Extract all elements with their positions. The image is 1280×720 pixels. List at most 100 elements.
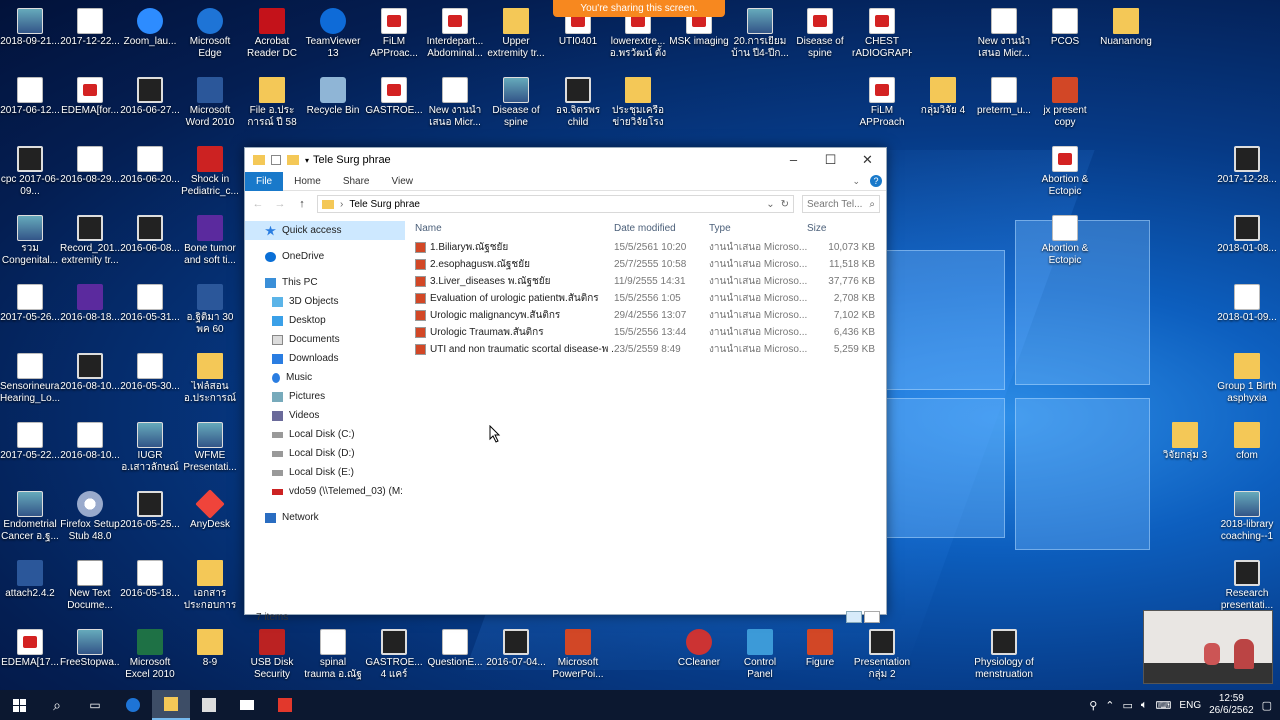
- minimize-button[interactable]: –: [775, 148, 812, 172]
- desktop-icon[interactable]: New Text Docume...: [60, 556, 120, 622]
- desktop-icon[interactable]: ไฟล์สอน อ.ประการณ์ 2559: [180, 349, 240, 415]
- start-button[interactable]: [0, 690, 38, 720]
- desktop-icon[interactable]: 2016-07-04...: [486, 625, 546, 691]
- desktop-icon[interactable]: File อ.ประการณ์ ปี 58: [242, 73, 302, 139]
- taskbar-store[interactable]: [190, 690, 228, 720]
- desktop-icon[interactable]: 2017-06-12...: [0, 73, 60, 139]
- desktop-icon[interactable]: Microsoft PowerPoi...: [548, 625, 608, 691]
- nav-downloads[interactable]: Downloads: [245, 349, 405, 368]
- back-button[interactable]: ←: [251, 198, 265, 210]
- column-type[interactable]: Type: [709, 223, 807, 234]
- column-size[interactable]: Size: [807, 223, 881, 234]
- language-indicator[interactable]: ENG: [1179, 700, 1201, 711]
- desktop-icon[interactable]: Group 1 Birth asphyxia: [1217, 349, 1277, 415]
- desktop-icon[interactable]: Record_201... extremity tr...: [60, 211, 120, 277]
- desktop-icon[interactable]: 2016-05-25...: [120, 487, 180, 553]
- desktop-icon[interactable]: Sensorineural Hearing_Lo...: [0, 349, 60, 415]
- column-name[interactable]: Name: [405, 223, 614, 234]
- chevron-down-icon[interactable]: ⌄: [766, 199, 774, 210]
- desktop-icon[interactable]: Zoom_lau...: [120, 4, 180, 70]
- desktop-icon[interactable]: รวม Congenital...: [0, 211, 60, 277]
- expand-ribbon-icon[interactable]: ⌄: [852, 176, 860, 187]
- file-row[interactable]: Evaluation of urologic patientพ.สันติกร 1…: [405, 290, 886, 307]
- search-input[interactable]: Search Tel... ⌕: [802, 195, 880, 213]
- people-icon[interactable]: ⚲: [1089, 699, 1097, 712]
- desktop-icon[interactable]: 8-9: [180, 625, 240, 691]
- desktop-icon[interactable]: 2016-06-27...: [120, 73, 180, 139]
- file-row[interactable]: Urologic Traumaพ.สันติกร 15/5/2556 13:44 ง…: [405, 324, 886, 341]
- taskbar-acrobat[interactable]: [266, 690, 304, 720]
- desktop-icon[interactable]: New งานนำเสนอ Micr...: [974, 4, 1034, 70]
- nav-disk-e[interactable]: Local Disk (E:): [245, 463, 405, 482]
- nav-music[interactable]: Music: [245, 368, 405, 387]
- desktop-icon[interactable]: Shock in Pediatric_c...: [180, 142, 240, 208]
- nav-quick-access[interactable]: Quick access: [245, 221, 405, 240]
- desktop-icon[interactable]: เอกสารประกอบการสอน อ.ฐ...: [180, 556, 240, 622]
- column-date[interactable]: Date modified: [614, 223, 709, 234]
- desktop-icon[interactable]: Endometrial Cancer อ.ฐ...: [0, 487, 60, 553]
- desktop-icon[interactable]: Nuananong: [1096, 4, 1156, 70]
- desktop-icon[interactable]: WFME Presentati...: [180, 418, 240, 484]
- desktop-icon[interactable]: กลุ่มวิจัย 4: [913, 73, 973, 139]
- notification-icon[interactable]: ▢: [1262, 699, 1272, 712]
- desktop-icon[interactable]: อจ.จิตรพร child maltreatme...: [548, 73, 608, 139]
- desktop-icon[interactable]: Disease of spine นพ.ณ...: [790, 4, 850, 70]
- desktop-icon[interactable]: ประชุมเครือข่ายวิจัยโรง พยาบ...: [608, 73, 668, 139]
- desktop-icon[interactable]: 2016-08-18...: [60, 280, 120, 346]
- title-bar[interactable]: ▾ Tele Surg phrae – ☐ ✕: [245, 148, 886, 172]
- nav-videos[interactable]: Videos: [245, 406, 405, 425]
- chevron-up-icon[interactable]: ⌃: [1105, 699, 1114, 712]
- desktop-icon[interactable]: 2016-08-29...: [60, 142, 120, 208]
- desktop-icon[interactable]: Bone tumor and soft ti...: [180, 211, 240, 277]
- nav-documents[interactable]: Documents: [245, 330, 405, 349]
- desktop-icon[interactable]: AnyDesk: [180, 487, 240, 553]
- nav-disk-d[interactable]: Local Disk (D:): [245, 444, 405, 463]
- desktop-icon[interactable]: Upper extremity tr...: [486, 4, 546, 70]
- desktop-icon[interactable]: Figure: [790, 625, 850, 691]
- chevron-down-icon[interactable]: ▾: [305, 156, 309, 165]
- desktop-icon[interactable]: spinal trauma อ.ณัฐพร นม่า...: [303, 625, 363, 691]
- desktop-icon[interactable]: Interdepart... Abdominal...: [425, 4, 485, 70]
- desktop-icon[interactable]: Control Panel: [730, 625, 790, 691]
- tab-home[interactable]: Home: [283, 172, 332, 191]
- nav-disk-c[interactable]: Local Disk (C:): [245, 425, 405, 444]
- desktop-icon[interactable]: FiLM APProach: [852, 73, 912, 139]
- desktop-icon[interactable]: Acrobat Reader DC: [242, 4, 302, 70]
- desktop-icon[interactable]: Firefox Setup Stub 48.0: [60, 487, 120, 553]
- address-bar[interactable]: › Tele Surg phrae ⌄ ↻: [317, 195, 794, 213]
- desktop-icon[interactable]: TeamViewer 13: [303, 4, 363, 70]
- taskbar-mail[interactable]: [228, 690, 266, 720]
- details-view-button[interactable]: [846, 611, 862, 623]
- desktop-icon[interactable]: CHEST rADIOGRAPH: [852, 4, 912, 70]
- nav-pictures[interactable]: Pictures: [245, 387, 405, 406]
- desktop-icon[interactable]: 20.การเยี่ยมบ้าน ปี4-ปีก...: [730, 4, 790, 70]
- up-button[interactable]: ↑: [295, 198, 309, 210]
- desktop-icon[interactable]: Physiology of menstruation: [974, 625, 1034, 691]
- desktop-icon[interactable]: 2016-05-30...: [120, 349, 180, 415]
- desktop-icon[interactable]: preterm_u...: [974, 73, 1034, 139]
- desktop-icon[interactable]: FiLM APProac...: [364, 4, 424, 70]
- desktop-icon[interactable]: อ.ฐิติมา 30 พค 60: [180, 280, 240, 346]
- network-icon[interactable]: ▭: [1123, 699, 1133, 712]
- search-icon[interactable]: ⌕: [869, 199, 875, 210]
- desktop-icon[interactable]: attach2.4.2: [0, 556, 60, 622]
- desktop-icon[interactable]: USB Disk Security: [242, 625, 302, 691]
- task-view-button[interactable]: ▭: [76, 690, 114, 720]
- file-row[interactable]: 2.esophagusพ.ณัฐชยัย 25/7/2555 10:58 งานนำ…: [405, 256, 886, 273]
- forward-button[interactable]: →: [273, 198, 287, 210]
- desktop-icon[interactable]: New งานนำเสนอ Micr...: [425, 73, 485, 139]
- tab-file[interactable]: File: [245, 171, 284, 191]
- help-icon[interactable]: ?: [870, 175, 882, 187]
- clock[interactable]: 12:59 26/6/2562: [1209, 693, 1254, 717]
- desktop-icon[interactable]: Microsoft Edge: [180, 4, 240, 70]
- nav-onedrive[interactable]: OneDrive: [245, 247, 405, 266]
- desktop-icon[interactable]: jx present copy: [1035, 73, 1095, 139]
- taskbar-file-explorer[interactable]: [152, 690, 190, 720]
- desktop-icon[interactable]: 2018-09-21...: [0, 4, 60, 70]
- file-row[interactable]: 3.Liver_diseases พ.ณัฐชยัย 11/9/2555 14:3…: [405, 273, 886, 290]
- file-row[interactable]: 1.Biliaryพ.ณัฐชยัย 15/5/2561 10:20 งานนำเส…: [405, 239, 886, 256]
- desktop-icon[interactable]: 2018-library coaching--1: [1217, 487, 1277, 553]
- desktop-icon[interactable]: GASTROE... 4 แคร์: [364, 625, 424, 691]
- nav-3d-objects[interactable]: 3D Objects: [245, 292, 405, 311]
- file-row[interactable]: Urologic malignancyพ.สันติกร 29/4/2556 13…: [405, 307, 886, 324]
